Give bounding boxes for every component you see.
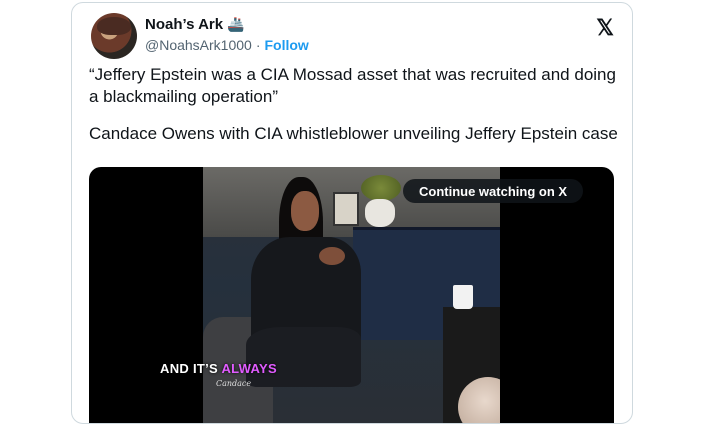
separator-dot: · <box>255 37 261 53</box>
video-caption: AND IT’S ALWAYS <box>160 361 277 376</box>
x-logo-icon[interactable]: 𝕏 <box>596 15 614 41</box>
avatar-hair <box>97 17 131 35</box>
video-vase <box>365 199 395 227</box>
person-face <box>291 191 319 231</box>
caption-accent: ALWAYS <box>221 361 277 376</box>
person-hands <box>319 247 345 265</box>
tweet-paragraph-quote: “Jeffery Epstein was a CIA Mossad asset … <box>89 65 616 106</box>
video-mug <box>453 285 473 309</box>
author-handle[interactable]: @NoahsArk1000 <box>145 37 252 53</box>
author-name-row: Noah’s Ark 🚢 <box>145 16 245 33</box>
video-plant <box>361 175 401 201</box>
follow-button[interactable]: Follow <box>265 37 309 53</box>
caption-plain: AND IT’S <box>160 361 222 376</box>
video-watermark: Candace <box>216 379 252 388</box>
avatar[interactable] <box>91 13 137 59</box>
tweet-paragraph-description: Candace Owens with CIA whistleblower unv… <box>89 124 618 143</box>
author-name[interactable]: Noah’s Ark <box>145 16 223 33</box>
author-handle-row: @NoahsArk1000 · Follow <box>145 37 309 53</box>
continue-watching-button[interactable]: Continue watching on X <box>403 179 584 203</box>
tweet-text: “Jeffery Epstein was a CIA Mossad asset … <box>89 64 619 160</box>
video-player[interactable]: AND IT’S ALWAYS Candace Continue watchin… <box>89 167 614 423</box>
tweet-card[interactable]: Noah’s Ark 🚢 @NoahsArk1000 · Follow 𝕏 “J… <box>71 2 633 424</box>
person-legs <box>246 327 361 387</box>
ship-icon: 🚢 <box>227 16 245 32</box>
